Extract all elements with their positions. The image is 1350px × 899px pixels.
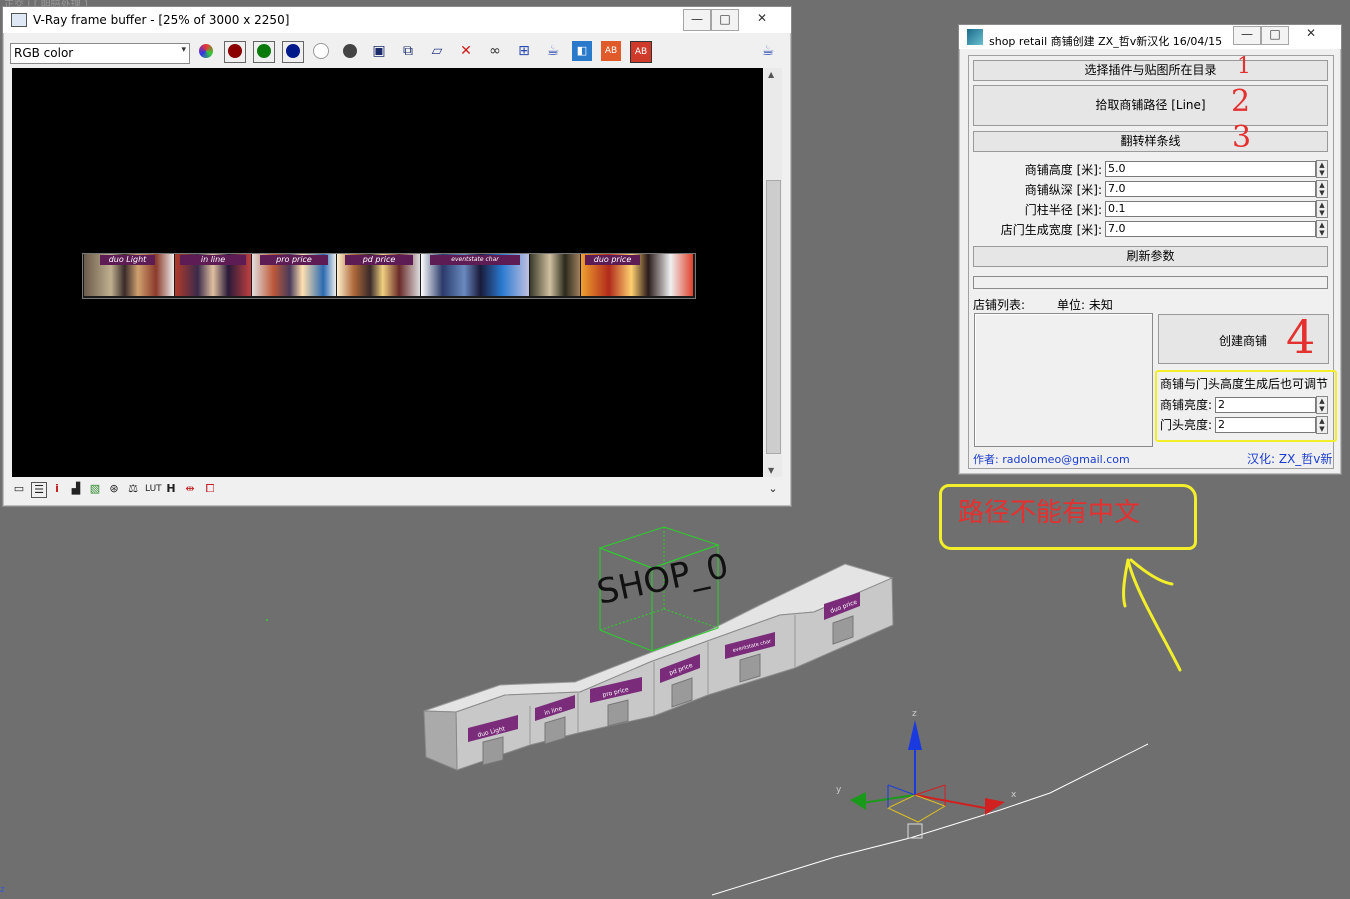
- x-axis-arrow: [985, 798, 1005, 815]
- shop-door: [607, 699, 629, 727]
- spline-path: [711, 743, 1149, 896]
- building-side: [423, 710, 458, 771]
- gizmo-z-label: z: [912, 709, 917, 719]
- gizmo-y-label: y: [836, 785, 842, 795]
- z-axis-arrow: [908, 720, 922, 750]
- pivot-marker: [907, 823, 923, 839]
- viewport-marker: [266, 619, 268, 621]
- corner-marker: z: [0, 885, 5, 895]
- gizmo-x-label: x: [1011, 790, 1017, 800]
- shop-object-label: SHOP_0: [594, 546, 732, 613]
- yellow-arrow: [1122, 558, 1182, 672]
- shop-door: [482, 736, 504, 766]
- viewport-scene[interactable]: z y x duo Light in line pro price pd pri…: [0, 0, 1350, 899]
- y-axis-arrow: [850, 792, 866, 810]
